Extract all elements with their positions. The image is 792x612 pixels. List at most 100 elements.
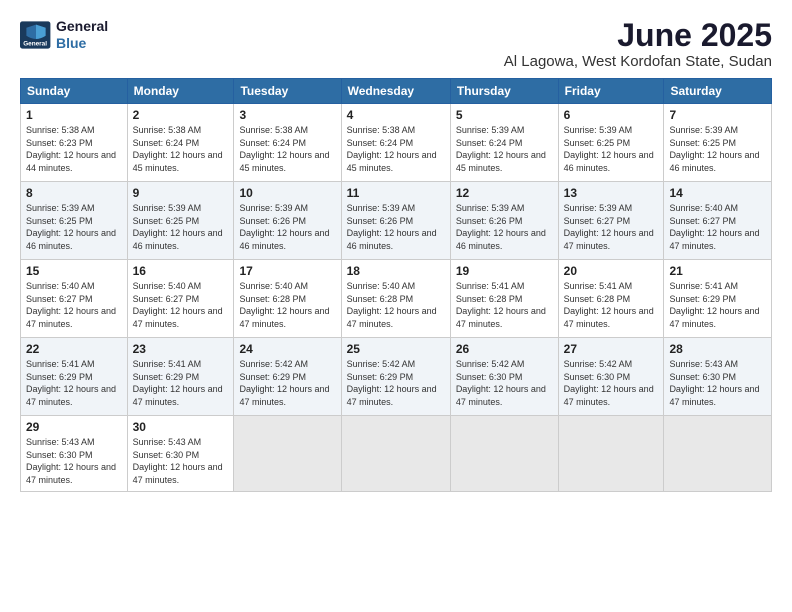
day-info: Sunrise: 5:38 AM Sunset: 6:24 PM Dayligh…	[133, 124, 229, 174]
header-saturday: Saturday	[664, 79, 772, 104]
day-number: 19	[456, 264, 553, 278]
day-info: Sunrise: 5:42 AM Sunset: 6:30 PM Dayligh…	[456, 358, 553, 408]
logo-line1: General	[56, 18, 108, 35]
day-info: Sunrise: 5:43 AM Sunset: 6:30 PM Dayligh…	[26, 436, 122, 486]
day-number: 6	[564, 108, 659, 122]
table-row	[341, 416, 450, 491]
table-row: 13 Sunrise: 5:39 AM Sunset: 6:27 PM Dayl…	[558, 182, 664, 260]
table-row: 2 Sunrise: 5:38 AM Sunset: 6:24 PM Dayli…	[127, 104, 234, 182]
day-number: 15	[26, 264, 122, 278]
day-number: 3	[239, 108, 335, 122]
day-number: 13	[564, 186, 659, 200]
table-row: 5 Sunrise: 5:39 AM Sunset: 6:24 PM Dayli…	[450, 104, 558, 182]
table-row: 16 Sunrise: 5:40 AM Sunset: 6:27 PM Dayl…	[127, 260, 234, 338]
table-row: 8 Sunrise: 5:39 AM Sunset: 6:25 PM Dayli…	[21, 182, 128, 260]
table-row: 14 Sunrise: 5:40 AM Sunset: 6:27 PM Dayl…	[664, 182, 772, 260]
day-number: 5	[456, 108, 553, 122]
logo-line2: Blue	[56, 35, 108, 52]
day-number: 12	[456, 186, 553, 200]
day-info: Sunrise: 5:39 AM Sunset: 6:25 PM Dayligh…	[669, 124, 766, 174]
table-row: 10 Sunrise: 5:39 AM Sunset: 6:26 PM Dayl…	[234, 182, 341, 260]
table-row: 9 Sunrise: 5:39 AM Sunset: 6:25 PM Dayli…	[127, 182, 234, 260]
table-row: 21 Sunrise: 5:41 AM Sunset: 6:29 PM Dayl…	[664, 260, 772, 338]
calendar-title: June 2025	[504, 18, 772, 53]
day-number: 18	[347, 264, 445, 278]
header-wednesday: Wednesday	[341, 79, 450, 104]
table-row: 28 Sunrise: 5:43 AM Sunset: 6:30 PM Dayl…	[664, 338, 772, 416]
logo: General General Blue	[20, 18, 108, 52]
day-info: Sunrise: 5:40 AM Sunset: 6:28 PM Dayligh…	[239, 280, 335, 330]
day-info: Sunrise: 5:41 AM Sunset: 6:29 PM Dayligh…	[26, 358, 122, 408]
day-info: Sunrise: 5:40 AM Sunset: 6:27 PM Dayligh…	[26, 280, 122, 330]
table-row: 23 Sunrise: 5:41 AM Sunset: 6:29 PM Dayl…	[127, 338, 234, 416]
day-info: Sunrise: 5:39 AM Sunset: 6:26 PM Dayligh…	[347, 202, 445, 252]
day-number: 25	[347, 342, 445, 356]
day-info: Sunrise: 5:39 AM Sunset: 6:24 PM Dayligh…	[456, 124, 553, 174]
day-info: Sunrise: 5:41 AM Sunset: 6:29 PM Dayligh…	[669, 280, 766, 330]
svg-text:General: General	[23, 40, 47, 47]
day-number: 17	[239, 264, 335, 278]
day-info: Sunrise: 5:40 AM Sunset: 6:27 PM Dayligh…	[669, 202, 766, 252]
day-number: 24	[239, 342, 335, 356]
day-number: 27	[564, 342, 659, 356]
table-row: 26 Sunrise: 5:42 AM Sunset: 6:30 PM Dayl…	[450, 338, 558, 416]
day-number: 28	[669, 342, 766, 356]
table-row	[234, 416, 341, 491]
day-info: Sunrise: 5:42 AM Sunset: 6:29 PM Dayligh…	[239, 358, 335, 408]
day-number: 11	[347, 186, 445, 200]
day-number: 7	[669, 108, 766, 122]
day-info: Sunrise: 5:39 AM Sunset: 6:25 PM Dayligh…	[564, 124, 659, 174]
day-number: 30	[133, 420, 229, 434]
calendar-subtitle: Al Lagowa, West Kordofan State, Sudan	[504, 53, 772, 70]
day-number: 8	[26, 186, 122, 200]
day-info: Sunrise: 5:38 AM Sunset: 6:24 PM Dayligh…	[347, 124, 445, 174]
table-row: 20 Sunrise: 5:41 AM Sunset: 6:28 PM Dayl…	[558, 260, 664, 338]
day-info: Sunrise: 5:41 AM Sunset: 6:28 PM Dayligh…	[456, 280, 553, 330]
day-info: Sunrise: 5:40 AM Sunset: 6:28 PM Dayligh…	[347, 280, 445, 330]
day-info: Sunrise: 5:39 AM Sunset: 6:25 PM Dayligh…	[133, 202, 229, 252]
table-row: 19 Sunrise: 5:41 AM Sunset: 6:28 PM Dayl…	[450, 260, 558, 338]
header-tuesday: Tuesday	[234, 79, 341, 104]
day-number: 10	[239, 186, 335, 200]
table-row: 15 Sunrise: 5:40 AM Sunset: 6:27 PM Dayl…	[21, 260, 128, 338]
day-number: 14	[669, 186, 766, 200]
table-row: 11 Sunrise: 5:39 AM Sunset: 6:26 PM Dayl…	[341, 182, 450, 260]
day-number: 23	[133, 342, 229, 356]
weekday-header-row: Sunday Monday Tuesday Wednesday Thursday…	[21, 79, 772, 104]
header: General General Blue June 2025 Al Lagowa…	[20, 18, 772, 70]
day-number: 20	[564, 264, 659, 278]
logo-text: General Blue	[56, 18, 108, 52]
day-info: Sunrise: 5:39 AM Sunset: 6:26 PM Dayligh…	[456, 202, 553, 252]
day-number: 4	[347, 108, 445, 122]
day-info: Sunrise: 5:41 AM Sunset: 6:28 PM Dayligh…	[564, 280, 659, 330]
table-row: 12 Sunrise: 5:39 AM Sunset: 6:26 PM Dayl…	[450, 182, 558, 260]
table-row: 30 Sunrise: 5:43 AM Sunset: 6:30 PM Dayl…	[127, 416, 234, 491]
day-info: Sunrise: 5:43 AM Sunset: 6:30 PM Dayligh…	[133, 436, 229, 486]
day-info: Sunrise: 5:39 AM Sunset: 6:27 PM Dayligh…	[564, 202, 659, 252]
day-info: Sunrise: 5:38 AM Sunset: 6:23 PM Dayligh…	[26, 124, 122, 174]
day-number: 29	[26, 420, 122, 434]
day-info: Sunrise: 5:42 AM Sunset: 6:30 PM Dayligh…	[564, 358, 659, 408]
header-friday: Friday	[558, 79, 664, 104]
header-monday: Monday	[127, 79, 234, 104]
day-number: 26	[456, 342, 553, 356]
table-row: 24 Sunrise: 5:42 AM Sunset: 6:29 PM Dayl…	[234, 338, 341, 416]
title-area: June 2025 Al Lagowa, West Kordofan State…	[504, 18, 772, 70]
calendar-table: Sunday Monday Tuesday Wednesday Thursday…	[20, 78, 772, 491]
day-number: 2	[133, 108, 229, 122]
table-row	[558, 416, 664, 491]
header-sunday: Sunday	[21, 79, 128, 104]
day-number: 1	[26, 108, 122, 122]
table-row	[664, 416, 772, 491]
table-row: 3 Sunrise: 5:38 AM Sunset: 6:24 PM Dayli…	[234, 104, 341, 182]
day-number: 9	[133, 186, 229, 200]
table-row: 17 Sunrise: 5:40 AM Sunset: 6:28 PM Dayl…	[234, 260, 341, 338]
day-info: Sunrise: 5:42 AM Sunset: 6:29 PM Dayligh…	[347, 358, 445, 408]
day-number: 22	[26, 342, 122, 356]
table-row: 27 Sunrise: 5:42 AM Sunset: 6:30 PM Dayl…	[558, 338, 664, 416]
table-row: 18 Sunrise: 5:40 AM Sunset: 6:28 PM Dayl…	[341, 260, 450, 338]
header-thursday: Thursday	[450, 79, 558, 104]
table-row: 4 Sunrise: 5:38 AM Sunset: 6:24 PM Dayli…	[341, 104, 450, 182]
day-info: Sunrise: 5:38 AM Sunset: 6:24 PM Dayligh…	[239, 124, 335, 174]
day-info: Sunrise: 5:40 AM Sunset: 6:27 PM Dayligh…	[133, 280, 229, 330]
